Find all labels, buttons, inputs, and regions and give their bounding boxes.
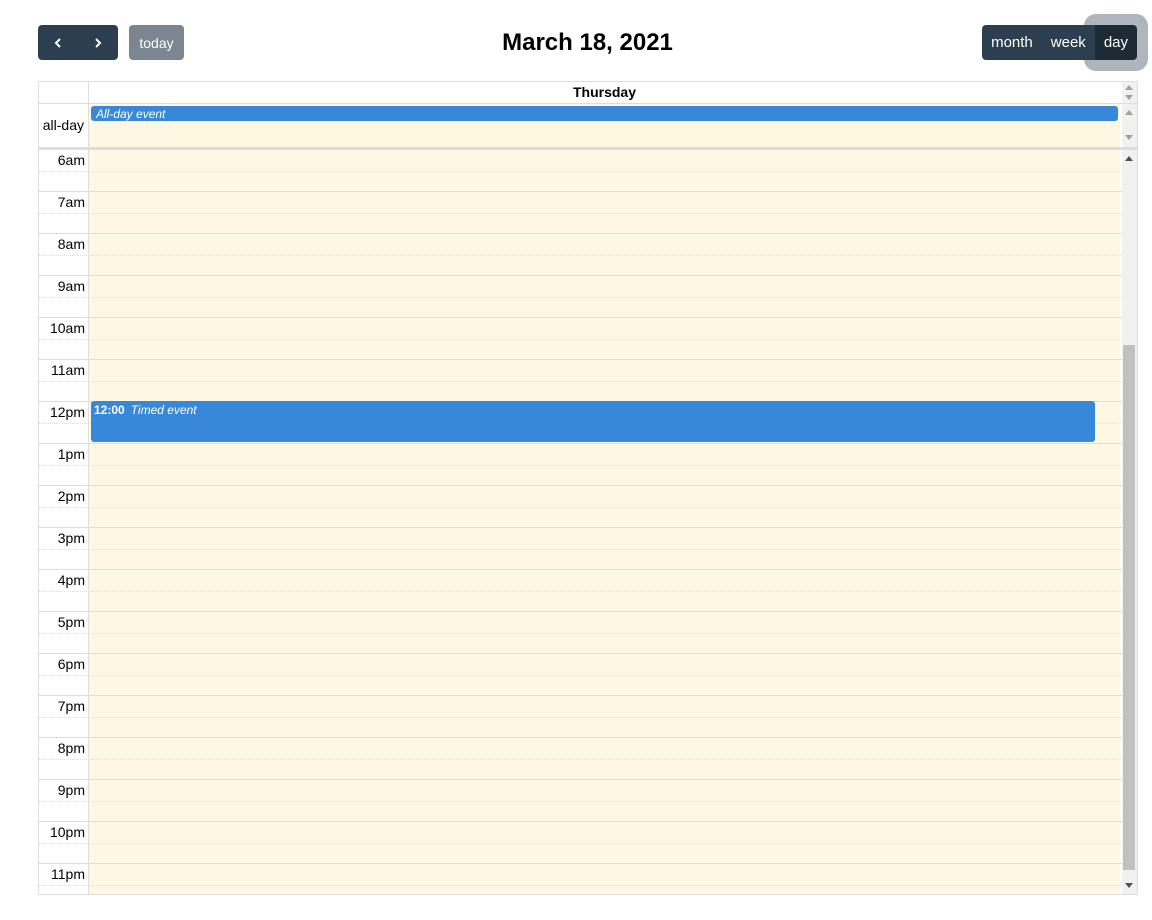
month-view-button[interactable]: month [982, 25, 1042, 60]
half-hour-line [39, 381, 1137, 382]
day-view-button[interactable]: day [1094, 25, 1137, 60]
time-slot-label: 12pm [49, 404, 85, 420]
timed-event[interactable]: 12:00 Timed event [91, 401, 1095, 442]
scroll-up-icon[interactable] [1125, 110, 1133, 115]
time-slot-label: 5pm [57, 614, 85, 630]
time-slot-label: 7am [57, 194, 85, 210]
half-hour-line [39, 213, 1137, 214]
half-hour-line [39, 255, 1137, 256]
scroll-down-icon[interactable] [1125, 135, 1133, 140]
time-slot [39, 611, 1137, 653]
next-button[interactable] [78, 25, 118, 60]
time-slot-label: 8am [57, 236, 85, 252]
event-title: Timed event [130, 403, 197, 417]
time-slot-label: 6pm [57, 656, 85, 672]
half-hour-line [39, 507, 1137, 508]
half-hour-line [39, 717, 1137, 718]
time-slot [39, 695, 1137, 737]
view-switcher: month week day [982, 25, 1137, 60]
time-slot-label: 7pm [57, 698, 85, 714]
time-slot-label: 9am [57, 278, 85, 294]
time-scrollbar[interactable] [1122, 150, 1137, 894]
scrollbar-thumb[interactable] [1123, 345, 1135, 870]
time-slot-label: 11am [51, 362, 85, 378]
half-hour-line [39, 843, 1137, 844]
week-view-button[interactable]: week [1041, 25, 1095, 60]
time-slot [39, 821, 1137, 863]
time-slot-label: 2pm [57, 488, 85, 504]
half-hour-line [39, 465, 1137, 466]
half-hour-line [39, 591, 1137, 592]
time-slot [39, 443, 1137, 485]
time-slot-label: 4pm [57, 572, 85, 588]
half-hour-line [39, 759, 1137, 760]
header-scrollbar[interactable] [1122, 82, 1137, 103]
time-slot-label: 10pm [49, 824, 85, 840]
allday-row: all-day All-day event [39, 104, 1137, 150]
chevron-left-icon [54, 37, 61, 48]
time-grid: 6am 7am 8am 9am 10am 11am 12pm 1pm 2pm 3pm 4pm 5pm 6… [39, 150, 1137, 894]
calendar-grid: Thursday all-day All-day event 6am 7am 8am… [38, 81, 1138, 895]
event-time: 12:00 [94, 403, 125, 417]
time-slot-label: 8pm [57, 740, 85, 756]
page-title: March 18, 2021 [502, 29, 673, 56]
scroll-up-icon[interactable] [1125, 156, 1133, 161]
allday-event[interactable]: All-day event [91, 106, 1118, 121]
time-slot-label: 11pm [51, 866, 85, 882]
time-slot [39, 737, 1137, 779]
header-axis-cell [39, 82, 89, 103]
time-slot-label: 3pm [57, 530, 85, 546]
time-slot [39, 485, 1137, 527]
scroll-down-icon[interactable] [1125, 883, 1133, 888]
time-slot-label: 9pm [57, 782, 85, 798]
day-header: Thursday [572, 84, 636, 100]
time-slot [39, 150, 1137, 191]
time-slot [39, 527, 1137, 569]
time-slot [39, 863, 1137, 894]
half-hour-line [39, 885, 1137, 886]
time-slot [39, 569, 1137, 611]
scroll-down-icon[interactable] [1125, 95, 1133, 100]
time-slot-label: 10am [49, 320, 85, 336]
half-hour-line [39, 297, 1137, 298]
half-hour-line [39, 171, 1137, 172]
time-slot [39, 653, 1137, 695]
allday-label: all-day [39, 104, 89, 147]
prev-button[interactable] [38, 25, 78, 60]
chevron-right-icon [95, 37, 102, 48]
time-slot-label: 6am [57, 152, 85, 168]
time-slot [39, 233, 1137, 275]
time-slot [39, 359, 1137, 401]
time-slot-label: 1pm [57, 446, 85, 462]
time-slot [39, 191, 1137, 233]
nav-button-group [38, 25, 118, 60]
half-hour-line [39, 633, 1137, 634]
time-slot [39, 275, 1137, 317]
half-hour-line [39, 801, 1137, 802]
allday-scrollbar[interactable] [1122, 104, 1137, 147]
day-header-row: Thursday [39, 82, 1137, 104]
half-hour-line [39, 339, 1137, 340]
time-slot [39, 779, 1137, 821]
today-button[interactable]: today [129, 25, 184, 60]
time-slot [39, 317, 1137, 359]
scroll-up-icon[interactable] [1125, 85, 1133, 90]
half-hour-line [39, 675, 1137, 676]
toolbar: today March 18, 2021 month week day [38, 14, 1148, 71]
half-hour-line [39, 549, 1137, 550]
